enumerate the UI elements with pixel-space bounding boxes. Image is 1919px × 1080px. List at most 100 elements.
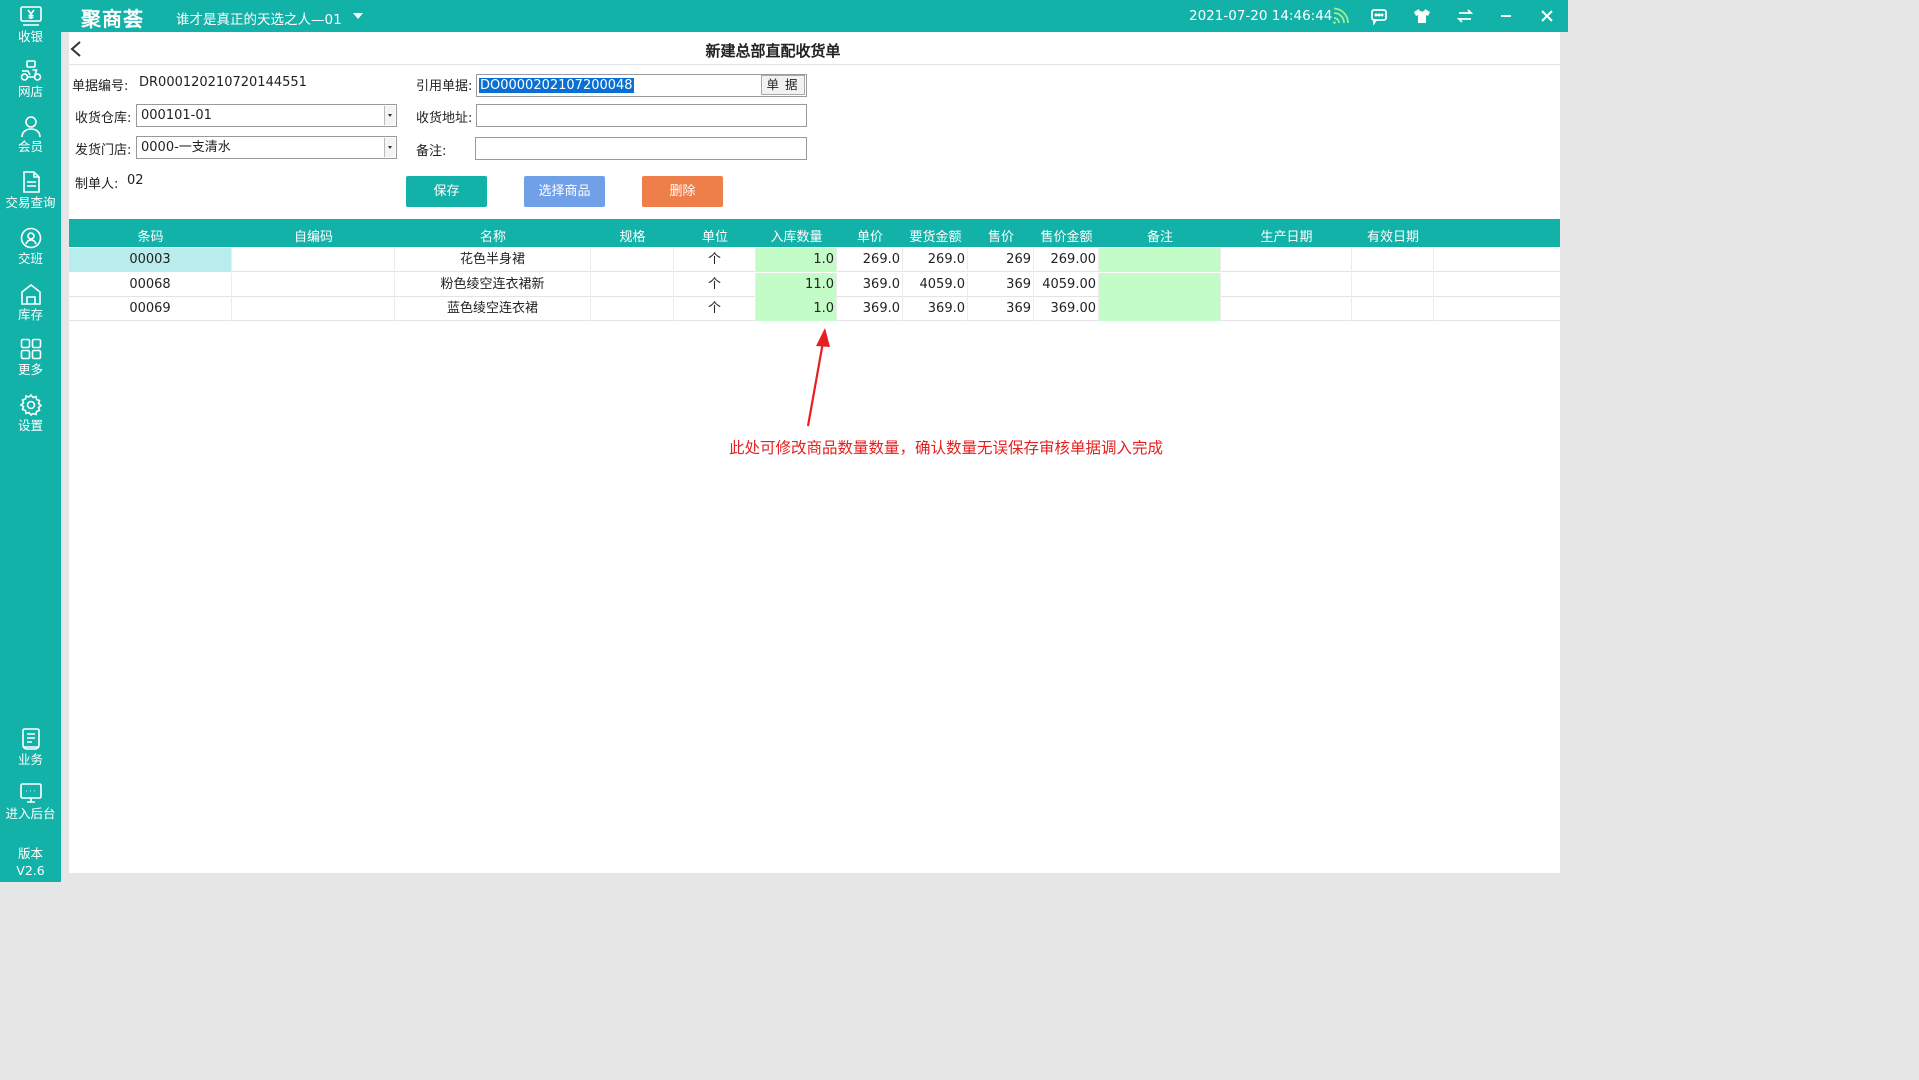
dropdown-arrow-icon[interactable] bbox=[384, 138, 395, 157]
sidebar-item-label: 库存 bbox=[17, 307, 43, 322]
sidebar-item-online-store[interactable]: 网店 bbox=[0, 59, 61, 113]
cell-sale-price[interactable]: 369 bbox=[968, 297, 1034, 321]
cell-selfcode[interactable] bbox=[232, 248, 395, 272]
cell-selfcode[interactable] bbox=[232, 297, 395, 321]
delete-button[interactable]: 删除 bbox=[642, 176, 723, 207]
chevron-down-icon[interactable] bbox=[351, 10, 365, 22]
cell-spec[interactable] bbox=[591, 273, 674, 297]
col-header-sale-price[interactable]: 售价 bbox=[968, 226, 1034, 245]
sidebar-item-inventory[interactable]: 库存 bbox=[0, 282, 61, 336]
col-header-unit[interactable]: 单位 bbox=[674, 226, 756, 245]
col-header-remark[interactable]: 备注 bbox=[1099, 226, 1221, 245]
cell-sale-price[interactable]: 269 bbox=[968, 248, 1034, 272]
switch-arrows-icon[interactable] bbox=[1456, 7, 1474, 25]
main-panel: 新建总部直配收货单 单据编号: DR000120210720144551 引用单… bbox=[69, 32, 1560, 873]
cell-remark-editable[interactable] bbox=[1099, 297, 1221, 321]
cell-req-amount[interactable]: 4059.0 bbox=[903, 273, 968, 297]
cell-name[interactable]: 蓝色绫空连衣裙 bbox=[395, 297, 591, 321]
col-header-sale-amount[interactable]: 售价金额 bbox=[1034, 226, 1099, 245]
version-value: V2.6 bbox=[16, 863, 45, 878]
network-signal-icon[interactable] bbox=[1331, 7, 1349, 25]
table-row[interactable]: 00069 蓝色绫空连衣裙 个 1.0 369.0 369.0 369 369.… bbox=[69, 297, 1560, 321]
table-row[interactable]: 00068 粉色绫空连衣裙新 个 11.0 369.0 4059.0 369 4… bbox=[69, 273, 1560, 297]
message-icon[interactable] bbox=[1370, 7, 1388, 25]
col-header-req-amount[interactable]: 要货金额 bbox=[903, 226, 968, 245]
cell-sale-amount[interactable]: 4059.00 bbox=[1034, 273, 1099, 297]
col-header-price[interactable]: 单价 bbox=[837, 226, 903, 245]
address-input[interactable] bbox=[476, 104, 807, 127]
cell-barcode[interactable]: 00003 bbox=[69, 248, 232, 272]
cell-req-amount[interactable]: 369.0 bbox=[903, 297, 968, 321]
shift-handover-icon bbox=[20, 227, 41, 249]
skin-theme-icon[interactable] bbox=[1413, 7, 1431, 25]
col-header-barcode[interactable]: 条码 bbox=[69, 226, 232, 245]
cell-sale-amount[interactable]: 269.00 bbox=[1034, 248, 1099, 272]
doc-number-value: DR000120210720144551 bbox=[139, 75, 307, 90]
cell-mfg-date[interactable] bbox=[1221, 297, 1352, 321]
ship-store-value: 0000-一支清水 bbox=[141, 140, 231, 155]
transaction-query-icon bbox=[22, 171, 40, 193]
cell-sale-price[interactable]: 369 bbox=[968, 273, 1034, 297]
sidebar-item-member[interactable]: 会员 bbox=[0, 114, 61, 168]
remark-input[interactable] bbox=[475, 137, 807, 160]
cell-spec[interactable] bbox=[591, 248, 674, 272]
sidebar-item-business[interactable]: 业务 bbox=[0, 727, 61, 781]
warehouse-select[interactable]: 000101-01 bbox=[136, 104, 397, 127]
cell-spec[interactable] bbox=[591, 297, 674, 321]
cell-remark-editable[interactable] bbox=[1099, 273, 1221, 297]
cell-mfg-date[interactable] bbox=[1221, 273, 1352, 297]
warehouse-value: 000101-01 bbox=[141, 108, 212, 123]
col-header-qty[interactable]: 入库数量 bbox=[756, 226, 837, 245]
save-button[interactable]: 保存 bbox=[406, 176, 487, 207]
dropdown-arrow-icon[interactable] bbox=[384, 106, 395, 125]
cell-qty-editable[interactable]: 11.0 bbox=[756, 273, 837, 297]
cell-exp-date[interactable] bbox=[1352, 248, 1434, 272]
sidebar-item-cashier[interactable]: 收银 bbox=[0, 4, 61, 58]
sidebar-item-transaction-query[interactable]: 交易查询 bbox=[0, 170, 61, 224]
col-header-spec[interactable]: 规格 bbox=[591, 226, 674, 245]
sidebar-item-label: 交班 bbox=[17, 251, 43, 266]
sidebar-item-backend[interactable]: 进入后台 bbox=[0, 781, 61, 835]
col-header-exp-date[interactable]: 有效日期 bbox=[1352, 226, 1434, 245]
sidebar: 收银 网店 会员 交易查询 交班 库存 更多 设置 业务 进入后台 版本 V2.… bbox=[0, 0, 61, 882]
cell-remark-editable[interactable] bbox=[1099, 248, 1221, 272]
cell-selfcode[interactable] bbox=[232, 273, 395, 297]
cell-sale-amount[interactable]: 369.00 bbox=[1034, 297, 1099, 321]
col-header-name[interactable]: 名称 bbox=[395, 226, 591, 245]
ref-doc-button[interactable]: 单据 bbox=[761, 75, 805, 95]
cell-mfg-date[interactable] bbox=[1221, 248, 1352, 272]
select-goods-button[interactable]: 选择商品 bbox=[524, 176, 605, 207]
creator-label: 制单人: bbox=[75, 177, 119, 192]
cell-price[interactable]: 369.0 bbox=[837, 297, 903, 321]
page-title: 新建总部直配收货单 bbox=[705, 42, 841, 60]
col-header-selfcode[interactable]: 自编码 bbox=[232, 226, 395, 245]
cell-unit[interactable]: 个 bbox=[674, 248, 756, 272]
cell-unit[interactable]: 个 bbox=[674, 273, 756, 297]
store-selector-label[interactable]: 谁才是真正的天选之人—01 bbox=[176, 8, 342, 28]
minimize-icon[interactable] bbox=[1497, 7, 1515, 25]
version-label: 版本 bbox=[17, 846, 43, 861]
cell-price[interactable]: 269.0 bbox=[837, 248, 903, 272]
cell-barcode[interactable]: 00068 bbox=[69, 273, 232, 297]
table-header: 条码 自编码 名称 规格 单位 入库数量 单价 要货金额 售价 售价金额 备注 … bbox=[69, 219, 1560, 247]
cell-qty-editable[interactable]: 1.0 bbox=[756, 297, 837, 321]
cell-exp-date[interactable] bbox=[1352, 297, 1434, 321]
ship-store-select[interactable]: 0000-一支清水 bbox=[136, 136, 397, 159]
sidebar-item-shift[interactable]: 交班 bbox=[0, 226, 61, 280]
cell-qty-editable[interactable]: 1.0 bbox=[756, 248, 837, 272]
cell-name[interactable]: 粉色绫空连衣裙新 bbox=[395, 273, 591, 297]
cell-req-amount[interactable]: 269.0 bbox=[903, 248, 968, 272]
sidebar-item-more[interactable]: 更多 bbox=[0, 337, 61, 391]
cell-exp-date[interactable] bbox=[1352, 273, 1434, 297]
cell-name[interactable]: 花色半身裙 bbox=[395, 248, 591, 272]
table-row[interactable]: 00003 花色半身裙 个 1.0 269.0 269.0 269 269.00 bbox=[69, 248, 1560, 272]
title-bar: 聚商荟 谁才是真正的天选之人—01 2021-07-20 14:46:44 bbox=[61, 0, 1568, 32]
col-header-mfg-date[interactable]: 生产日期 bbox=[1221, 226, 1352, 245]
sidebar-item-settings[interactable]: 设置 bbox=[0, 393, 61, 447]
sidebar-item-label: 收银 bbox=[17, 29, 43, 44]
close-icon[interactable] bbox=[1538, 7, 1556, 25]
cell-price[interactable]: 369.0 bbox=[837, 273, 903, 297]
ref-doc-input[interactable]: DO0000202107200048 bbox=[476, 74, 807, 97]
cell-unit[interactable]: 个 bbox=[674, 297, 756, 321]
cell-barcode[interactable]: 00069 bbox=[69, 297, 232, 321]
